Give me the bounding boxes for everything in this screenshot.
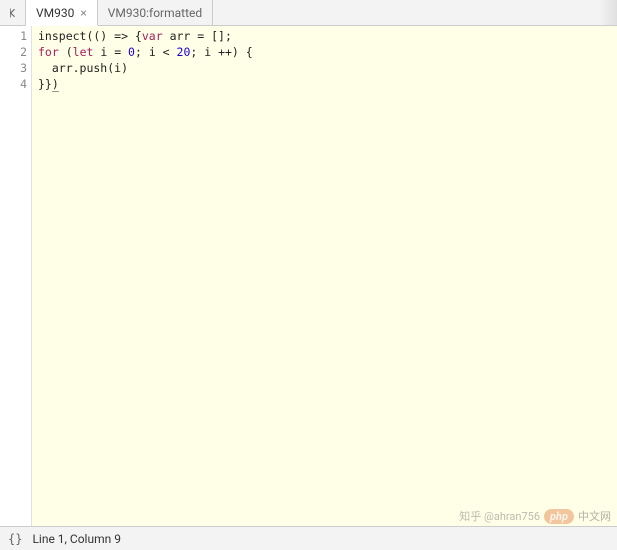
tab-label: VM930 bbox=[36, 6, 74, 20]
line-number: 4 bbox=[0, 76, 31, 92]
line-number-gutter: 1234 bbox=[0, 26, 32, 526]
code-line: }}) bbox=[38, 76, 611, 92]
format-icon[interactable]: {} bbox=[8, 532, 22, 546]
code-content[interactable]: inspect(() => {var arr = [];for (let i =… bbox=[32, 26, 617, 526]
scroll-shadow bbox=[599, 0, 617, 25]
close-icon[interactable]: × bbox=[80, 7, 86, 19]
status-bar: {} Line 1, Column 9 bbox=[0, 526, 617, 550]
tab-vm930[interactable]: VM930 × bbox=[26, 0, 98, 26]
chevron-left-icon bbox=[7, 7, 19, 19]
nav-back-button[interactable] bbox=[0, 0, 26, 25]
code-line: for (let i = 0; i < 20; i ++) { bbox=[38, 44, 611, 60]
tab-bar: VM930 × VM930:formatted bbox=[0, 0, 617, 26]
cursor-position: Line 1, Column 9 bbox=[32, 532, 121, 546]
tab-vm930-formatted[interactable]: VM930:formatted bbox=[98, 0, 213, 25]
line-number: 2 bbox=[0, 44, 31, 60]
line-number: 1 bbox=[0, 28, 31, 44]
code-line: arr.push(i) bbox=[38, 60, 611, 76]
line-number: 3 bbox=[0, 60, 31, 76]
editor-area: 1234 inspect(() => {var arr = [];for (le… bbox=[0, 26, 617, 526]
tab-label: VM930:formatted bbox=[108, 6, 202, 20]
code-line: inspect(() => {var arr = []; bbox=[38, 28, 611, 44]
